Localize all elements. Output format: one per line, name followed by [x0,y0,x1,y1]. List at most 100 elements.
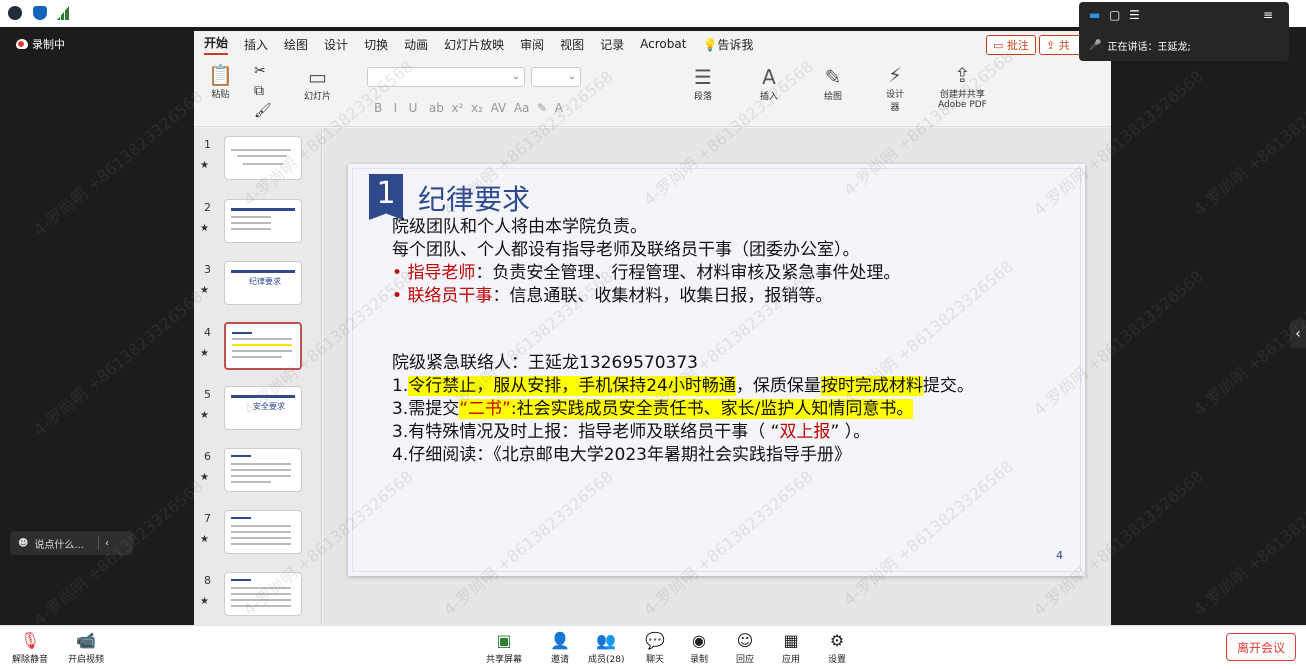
share-icon: ⇪ [1046,38,1059,52]
invite-button[interactable]: 👤 邀请 [550,630,570,665]
tab-draw[interactable]: 绘图 [284,36,308,53]
star-icon: ★ [200,285,209,296]
slide-button[interactable]: ▭ 幻灯片 [304,65,331,102]
chat-placeholder: 说点什么... [34,539,84,551]
mute-button[interactable]: 🎙 解除静音 [12,630,48,665]
tab-tell-me[interactable]: 💡告诉我 [702,36,753,53]
tell-me-label: 告诉我 [717,37,754,52]
comment-icon: ▭ [993,38,1007,52]
collapse-icon[interactable]: ‹ [105,538,109,549]
slide-thumbnails[interactable]: 1 ★ 2 ★ 3 ★ 纪律要求 4 ★ 5 ★ 安全要求 6 ★ 7 ★ 8 ★ [194,128,322,625]
slide-page-number: 4 [1056,549,1063,562]
speaking-text: 正在讲话：王延龙; [1107,42,1191,53]
window-icon[interactable]: ▢ [1109,8,1120,22]
thumb-title: 安全要求 [253,402,285,411]
bullet-1-text: ：负责安全管理、行程管理、材料审核及紧急事件处理。 [475,263,901,283]
tab-record[interactable]: 记录 [600,36,624,53]
slide-thumb-3[interactable]: 纪律要求 [224,261,302,305]
designer-button[interactable]: ⚡ 设计 器 [886,63,904,113]
slide-contact: 院级紧急联络人：王延龙13269570373 [392,353,698,373]
apps-button[interactable]: ▦ 应用 [782,630,800,665]
speaker-floating-window[interactable]: ▬ ▢ ☰ ≡ 🎤 正在讲话：王延龙; [1079,2,1289,61]
font-family-select[interactable]: ⌄ [367,67,525,87]
chat-input[interactable]: ☻ 说点什么... ‹ [10,531,133,555]
tab-insert[interactable]: 插入 [244,36,268,53]
minimize-icon[interactable]: ▬ [1089,8,1100,22]
star-icon: ★ [200,410,209,421]
chevron-left-icon[interactable]: ‹ [1290,320,1306,348]
slide-thumb-8[interactable] [224,572,302,616]
draw-button[interactable]: ✎ 绘图 [824,65,842,102]
tab-home[interactable]: 开始 [204,34,229,55]
chat-label: 聊天 [645,655,664,665]
item-1-suffix: 提交。 [922,376,974,396]
slide-thumb-7[interactable] [224,510,302,554]
designer-label: 设计 器 [886,90,905,113]
slide-bullet-1: • 指导老师：负责安全管理、行程管理、材料审核及紧急事件处理。 [392,263,900,284]
settings-button[interactable]: ⚙ 设置 [828,630,846,665]
tab-view[interactable]: 视图 [560,36,584,53]
emoji-icon[interactable]: ☻ [18,538,28,549]
reactions-button[interactable]: ☺ 回应 [736,630,754,665]
copy-icon[interactable]: ⧉ [254,83,264,99]
bullet-dot: • [392,286,408,306]
chat-button[interactable]: 💬 聊天 [645,630,665,665]
format-painter-icon[interactable]: 🖌 [254,103,272,119]
mic-muted-icon: 🎙 [19,631,41,650]
adobe-pdf-button[interactable]: ⇪ 创建并共享 Adobe PDF [938,63,987,110]
menu-icon[interactable]: ≡ [1263,8,1273,22]
tab-slideshow[interactable]: 幻灯片放映 [444,36,504,53]
slide-thumb-1[interactable] [224,136,302,180]
slide-thumb-5[interactable]: 安全要求 [224,386,302,430]
star-icon: ★ [200,472,209,483]
current-slide[interactable]: 1 纪律要求 院级团队和个人将由本学院负责。 每个团队、个人都设有指导老师及联络… [348,164,1085,576]
item-1-prefix: 1. [392,376,409,396]
speaking-indicator: 🎤 正在讲话：王延龙; [1089,38,1191,53]
clipboard-icon: 📋 [208,63,233,87]
format-buttons[interactable]: B I U ab x² x₂ AV Aa ✎ A [374,101,563,115]
recording-indicator: 录制中 [16,36,65,52]
paste-button[interactable]: 📋 粘贴 [208,63,233,100]
slide-thumb-6[interactable] [224,448,302,492]
info-icon[interactable] [8,6,22,20]
bullet-1-key: 指导老师 [407,263,476,283]
video-off-icon: 📹 [76,631,96,650]
thumb-number: 6 [204,450,211,463]
cut-icon[interactable]: ✂ [254,63,266,79]
slide-thumb-4[interactable] [224,322,302,370]
tab-design[interactable]: 设计 [324,36,348,53]
star-icon: ★ [200,348,209,359]
shield-icon[interactable] [33,6,47,20]
paste-label: 粘贴 [211,90,230,100]
adobe-share-icon: ⇪ [954,63,971,87]
thumb-number: 8 [204,574,211,587]
paragraph-label: 段落 [694,92,713,102]
video-button[interactable]: 📹 开启视频 [68,630,104,665]
insert-button[interactable]: A 插入 [760,65,778,102]
leave-meeting-button[interactable]: 离开会议 [1226,633,1296,661]
record-button[interactable]: ◉ 录制 [690,630,708,665]
settings-label: 设置 [828,655,847,665]
list-view-icon[interactable]: ☰ [1129,8,1140,22]
tab-review[interactable]: 审阅 [520,36,544,53]
lightbulb-icon: 💡 [702,37,718,52]
slide-line-1: 院级团队和个人将由本学院负责。 [392,217,647,237]
signal-icon[interactable] [57,6,69,20]
members-button[interactable]: 👥 成员(28) [588,630,624,665]
ribbon-toolbar: 📋 粘贴 ✂ ⧉ 🖌 ▭ 幻灯片 ⌄ ⌄ B I U ab x² x₂ AV Aa … [194,57,1111,127]
item-1-middle: ，保质保量 [735,376,821,396]
tab-acrobat[interactable]: Acrobat [640,37,686,51]
tab-transitions[interactable]: 切换 [364,36,388,53]
paragraph-button[interactable]: ☰ 段落 [694,65,712,102]
tab-animations[interactable]: 动画 [404,36,428,53]
comment-button[interactable]: ▭ 批注 [986,35,1036,55]
ribbon-tabs: 开始 插入 绘图 设计 切换 动画 幻灯片放映 审阅 视图 记录 Acrobat… [194,31,1111,57]
adobe-label: 创建并共享 Adobe PDF [938,90,987,110]
share-screen-button[interactable]: ▣ 共享屏幕 [486,630,522,665]
font-size-select[interactable]: ⌄ [531,67,581,87]
draw-icon: ✎ [824,65,842,89]
slide-editor-canvas[interactable]: 1 纪律要求 院级团队和个人将由本学院负责。 每个团队、个人都设有指导老师及联络… [323,128,1111,625]
thumb-number: 4 [204,326,211,339]
paragraph-icon: ☰ [694,65,712,89]
slide-thumb-2[interactable] [224,199,302,243]
